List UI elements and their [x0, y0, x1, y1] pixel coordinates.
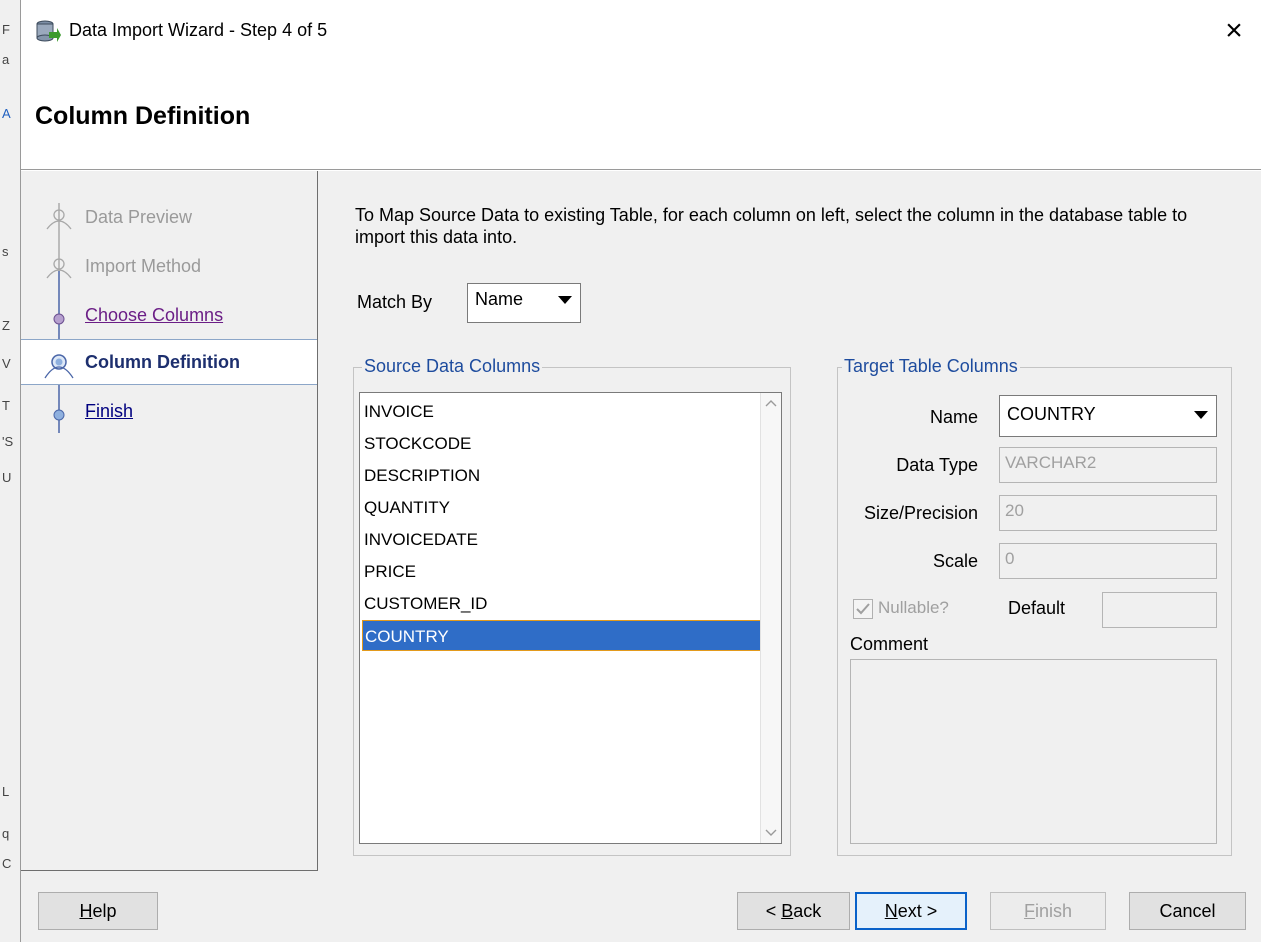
source-data-columns-group: Source Data Columns INVOICE STOCKCODE DE…: [353, 356, 791, 856]
list-item[interactable]: DESCRIPTION: [362, 460, 778, 491]
next-button[interactable]: Next >: [855, 892, 967, 930]
source-columns-list[interactable]: INVOICE STOCKCODE DESCRIPTION QUANTITY I…: [359, 392, 782, 844]
nav-step-choose-columns[interactable]: Choose Columns: [21, 293, 317, 339]
target-name-dropdown[interactable]: COUNTRY: [999, 395, 1217, 437]
background-text: U: [2, 470, 12, 485]
list-item[interactable]: PRICE: [362, 556, 778, 587]
data-type-field: VARCHAR2: [999, 447, 1217, 483]
nav-step-data-preview: Data Preview: [21, 195, 317, 241]
background-text: Z: [2, 318, 10, 333]
step-disabled-icon: [46, 209, 72, 230]
match-by-value: Name: [475, 289, 524, 309]
list-scrollbar[interactable]: [760, 393, 781, 843]
scroll-up-icon[interactable]: [765, 399, 777, 407]
wizard-steps-panel: Data Preview Import Method Choose Column…: [21, 171, 318, 871]
background-text: T: [2, 398, 10, 413]
target-table-columns-group: Target Table Columns Name COUNTRY Data T…: [837, 356, 1232, 856]
list-item[interactable]: CUSTOMER_ID: [362, 588, 778, 619]
next-mnemonic: N: [884, 901, 898, 921]
nav-step-column-definition: Column Definition: [21, 339, 317, 385]
background-text: 'S: [2, 434, 14, 449]
match-by-label: Match By: [357, 292, 433, 312]
nav-step-finish[interactable]: Finish: [21, 389, 317, 435]
help-button[interactable]: Help: [38, 892, 158, 930]
back-prefix: <: [765, 901, 782, 921]
comment-field: [850, 659, 1217, 844]
instructions-text: To Map Source Data to existing Table, fo…: [355, 205, 1188, 247]
target-name-value: COUNTRY: [1007, 404, 1096, 424]
title-bar: Data Import Wizard - Step 4 of 5 ×: [21, 0, 1261, 60]
wizard-header: Column Definition: [21, 60, 1261, 170]
chevron-down-icon: [1194, 411, 1208, 419]
wizard-body: Data Preview Import Method Choose Column…: [21, 171, 1261, 942]
source-group-title: Source Data Columns: [362, 356, 543, 377]
background-text: L: [2, 784, 10, 799]
chevron-down-icon: [558, 296, 572, 304]
nav-step-label: Import Method: [85, 256, 202, 276]
step-pending-icon: [53, 409, 65, 421]
data-type-label: Data Type: [896, 455, 978, 475]
background-window-strip: F a A s Z V T 'S U L q C: [0, 0, 20, 942]
comment-label: Comment: [850, 634, 929, 654]
scale-value: 0: [1005, 549, 1015, 568]
nullable-checkbox[interactable]: [853, 599, 873, 619]
back-label-rest: ack: [793, 901, 822, 921]
nav-step-label: Data Preview: [85, 207, 193, 227]
nav-step-label: Column Definition: [85, 352, 240, 372]
window-title: Data Import Wizard - Step 4 of 5: [69, 20, 328, 40]
finish-button: Finish: [990, 892, 1106, 930]
data-type-value: VARCHAR2: [1005, 453, 1097, 472]
database-import-icon: [36, 20, 61, 42]
finish-label-rest: inish: [1034, 901, 1073, 921]
default-field: [1102, 592, 1217, 628]
close-icon[interactable]: ×: [1217, 14, 1251, 48]
step-disabled-icon: [46, 258, 72, 279]
background-text: F: [2, 22, 10, 37]
page-title: Column Definition: [35, 102, 251, 130]
data-import-wizard-dialog: Data Import Wizard - Step 4 of 5 × Colum…: [20, 0, 1261, 942]
target-group-title: Target Table Columns: [842, 356, 1020, 377]
background-text: q: [2, 826, 10, 841]
list-item[interactable]: INVOICEDATE: [362, 524, 778, 555]
background-text: s: [2, 244, 9, 259]
background-text: a: [2, 52, 10, 67]
help-label-rest: elp: [92, 901, 117, 921]
target-name-label: Name: [929, 407, 978, 427]
help-mnemonic: H: [79, 901, 93, 921]
list-item-selected[interactable]: COUNTRY: [362, 620, 778, 651]
match-by-dropdown[interactable]: Name: [467, 283, 581, 323]
scroll-down-icon[interactable]: [765, 829, 777, 837]
size-precision-value: 20: [1005, 501, 1024, 520]
list-item[interactable]: QUANTITY: [362, 492, 778, 523]
next-label-rest: ext >: [897, 901, 938, 921]
background-text: C: [2, 856, 12, 871]
checkmark-icon: [856, 603, 870, 615]
back-mnemonic: B: [781, 901, 794, 921]
background-text: A: [2, 106, 11, 121]
nav-step-label[interactable]: Finish: [85, 401, 133, 422]
nullable-label: Nullable?: [878, 598, 949, 617]
default-label: Default: [1008, 598, 1066, 618]
size-precision-field: 20: [999, 495, 1217, 531]
list-item[interactable]: STOCKCODE: [362, 428, 778, 459]
scale-label: Scale: [932, 551, 978, 571]
scale-field: 0: [999, 543, 1217, 579]
nav-step-import-method: Import Method: [21, 244, 317, 290]
size-precision-label: Size/Precision: [863, 503, 978, 523]
step-visited-icon: [53, 313, 65, 325]
step-current-icon: [44, 354, 74, 379]
list-item[interactable]: INVOICE: [362, 396, 778, 427]
background-text: V: [2, 356, 11, 371]
cancel-button[interactable]: Cancel: [1129, 892, 1246, 930]
nav-step-label[interactable]: Choose Columns: [85, 305, 223, 326]
finish-mnemonic: F: [1023, 901, 1035, 921]
back-button[interactable]: < Back: [737, 892, 850, 930]
